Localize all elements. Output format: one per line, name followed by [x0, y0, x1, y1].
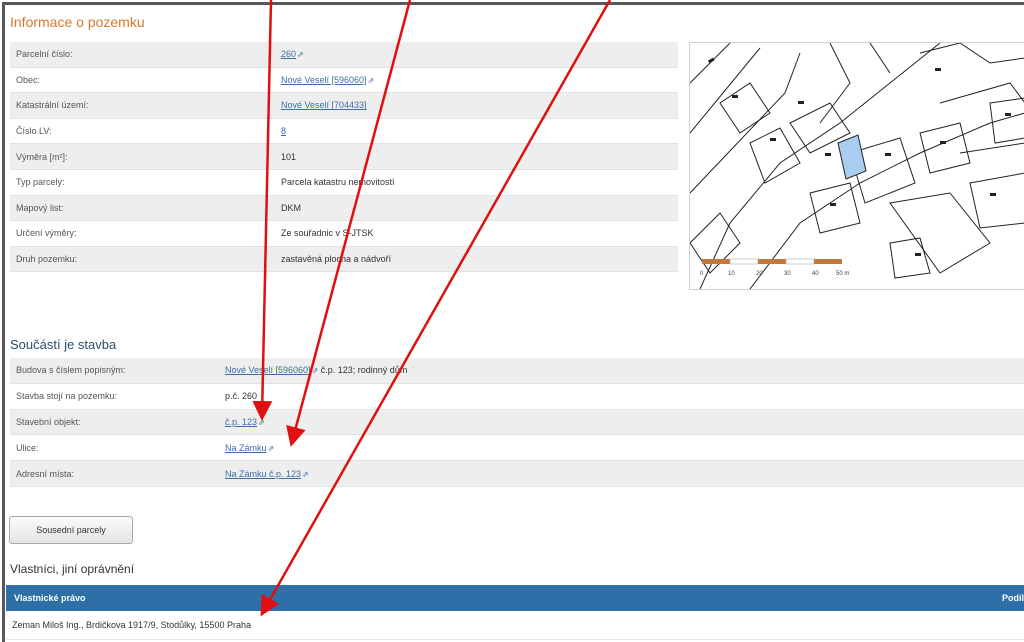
row-label: Stavební objekt: [10, 409, 219, 436]
row-value: Nové Veselí [596060]⇗ č.p. 123; rodinný … [219, 358, 1024, 384]
building-description: č.p. 123; rodinný dům [318, 365, 408, 376]
row-value: Nové Veselí [596060]⇗ [275, 67, 678, 94]
building-section-title: Součástí je stavba [10, 337, 117, 352]
map-drawing: 0 10 20 30 40 50 m [690, 43, 1024, 289]
row-value: Na Zámku č.p. 123⇗ [219, 460, 1024, 487]
table-row: Katastrální území: Nové Veselí [704433] [10, 92, 678, 119]
table-row: Výměra [m²]: 101 [10, 143, 678, 170]
cadastral-map-thumbnail[interactable]: 0 10 20 30 40 50 m [689, 42, 1024, 290]
row-value: Ze souřadnic v S-JTSK [275, 220, 678, 247]
table-row: Druh pozemku: zastavěná plocha a nádvoří [10, 246, 678, 273]
row-value: 260⇗ [275, 42, 678, 68]
table-row: Stavba stojí na pozemku: p.č. 260 [10, 383, 1024, 410]
building-municipality-link[interactable]: Nové Veselí [596060] [225, 365, 311, 375]
row-value: č.p. 123⇗ [219, 409, 1024, 436]
address-point-link[interactable]: Na Zámku č.p. 123 [225, 469, 301, 479]
table-row: Budova s číslem popisným: Nové Veselí [5… [10, 358, 1024, 384]
svg-text:0: 0 [700, 271, 704, 277]
row-value: p.č. 260 [219, 383, 1024, 410]
row-label: Adresní místa: [10, 460, 219, 487]
row-label: Katastrální území: [10, 92, 275, 119]
external-link-icon[interactable]: ⇗ [268, 444, 275, 453]
row-label: Budova s číslem popisným: [10, 358, 219, 384]
owners-section-title: Vlastníci, jiní oprávnění [10, 562, 135, 576]
row-label: Stavba stojí na pozemku: [10, 383, 219, 410]
row-value: 8 [275, 118, 678, 145]
owner-name-address: Zeman Miloš Ing., Brdičkova 1917/9, Stod… [12, 620, 251, 630]
owners-table-header: Vlastnické právo Podíl [6, 585, 1024, 611]
row-label: Číslo LV: [10, 118, 275, 145]
external-link-icon[interactable]: ⇗ [302, 470, 309, 479]
svg-text:40: 40 [812, 271, 819, 277]
row-value: zastavěná plocha a nádvoří [275, 246, 678, 273]
building-info-table: Budova s číslem popisným: Nové Veselí [5… [10, 358, 1024, 487]
parcel-info-table: Parcelní číslo: 260⇗ Obec: Nové Veselí [… [10, 42, 678, 273]
table-row: Typ parcely: Parcela katastru nemovitost… [10, 169, 678, 196]
table-row: Ulice: Na Zámku⇗ [10, 434, 1024, 462]
ownership-right-header: Vlastnické právo [14, 593, 86, 603]
external-link-icon[interactable]: ⇗ [297, 50, 304, 59]
table-row: Adresní místa: Na Zámku č.p. 123⇗ [10, 460, 1024, 487]
external-link-icon[interactable]: ⇗ [258, 418, 265, 427]
lv-number-link[interactable]: 8 [281, 126, 286, 136]
table-row: Číslo LV: 8 [10, 118, 678, 145]
share-header: Podíl [1002, 593, 1024, 603]
row-label: Výměra [m²]: [10, 143, 275, 170]
parcel-section-title: Informace o pozemku [10, 14, 145, 30]
cadastral-area-link[interactable]: Nové Veselí [704433] [281, 100, 367, 110]
selected-parcel-highlight [837, 134, 867, 180]
table-row: Určení výměry: Ze souřadnic v S-JTSK [10, 220, 678, 247]
row-label: Typ parcely: [10, 169, 275, 196]
external-link-icon[interactable]: ⇗ [368, 76, 375, 85]
table-row: Stavební objekt: č.p. 123⇗ [10, 409, 1024, 436]
row-label: Ulice: [10, 434, 219, 462]
street-link[interactable]: Na Zámku [225, 443, 267, 453]
row-label: Mapový list: [10, 195, 275, 222]
row-label: Parcelní číslo: [10, 42, 275, 68]
building-object-link[interactable]: č.p. 123 [225, 417, 257, 427]
row-value: Nové Veselí [704433] [275, 92, 678, 119]
row-label: Druh pozemku: [10, 246, 275, 273]
svg-text:20: 20 [756, 271, 763, 277]
row-value: 101 [275, 143, 678, 170]
row-value: Na Zámku⇗ [219, 434, 1024, 462]
owner-row: Zeman Miloš Ing., Brdičkova 1917/9, Stod… [6, 611, 1024, 640]
svg-text:50 m: 50 m [836, 271, 849, 277]
svg-text:30: 30 [784, 271, 791, 277]
municipality-link[interactable]: Nové Veselí [596060] [281, 75, 367, 85]
neighbor-parcels-button[interactable]: Sousední parcely [9, 516, 133, 544]
row-value: DKM [275, 195, 678, 222]
parcel-number-link[interactable]: 260 [281, 49, 296, 59]
table-row: Obec: Nové Veselí [596060]⇗ [10, 67, 678, 94]
svg-text:10: 10 [728, 271, 735, 277]
row-label: Určení výměry: [10, 220, 275, 247]
row-label: Obec: [10, 67, 275, 94]
row-value: Parcela katastru nemovitostí [275, 169, 678, 196]
table-row: Mapový list: DKM [10, 195, 678, 222]
table-row: Parcelní číslo: 260⇗ [10, 42, 678, 68]
map-scale-bar: 0 10 20 30 40 50 m [700, 258, 849, 277]
